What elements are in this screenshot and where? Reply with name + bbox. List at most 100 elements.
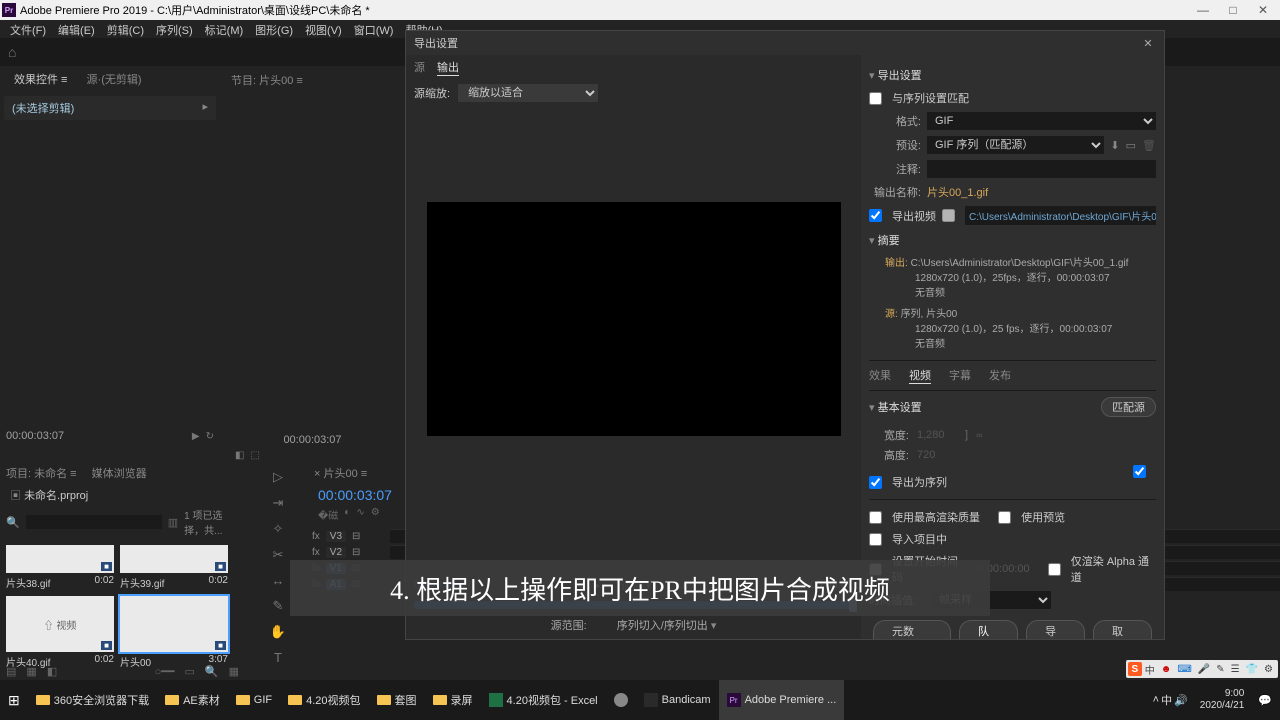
width-value[interactable]: 1,280 — [917, 429, 957, 441]
export-button[interactable]: 导出 — [1026, 620, 1085, 639]
taskbar-folder[interactable]: AE素材 — [157, 680, 228, 720]
range-select[interactable]: 序列切入/序列切出 — [617, 620, 708, 632]
taskbar-folder[interactable]: 360安全浏览器下载 — [28, 680, 157, 720]
effect-icon-2[interactable]: ↻ — [206, 431, 214, 442]
slip-tool[interactable]: ↔ — [272, 573, 285, 588]
taskbar-folder[interactable]: GIF — [228, 680, 280, 720]
dialog-close-button[interactable]: ✕ — [1140, 37, 1156, 50]
height-value[interactable]: 720 — [917, 449, 957, 461]
track-v2[interactable]: V2 — [326, 547, 346, 558]
selection-tool[interactable]: ▷ — [273, 469, 283, 485]
queue-button[interactable]: 队列 — [959, 620, 1018, 639]
tab-video[interactable]: 视频 — [909, 367, 931, 384]
hand-tool[interactable]: ✋ — [270, 624, 286, 640]
tray-up-icon[interactable]: ˄ — [1153, 694, 1159, 706]
taskbar-app-bandicam[interactable]: Bandicam — [636, 680, 719, 720]
import-preset-icon[interactable]: ▭ — [1126, 139, 1136, 152]
import-project-checkbox[interactable] — [869, 533, 882, 546]
mon-icon-1[interactable]: ◧ — [235, 450, 244, 461]
new-item-icon[interactable]: 🔍 — [205, 665, 219, 678]
menu-mark[interactable]: 标记(M) — [199, 20, 250, 38]
zoom-slider[interactable]: ○━━ — [155, 665, 175, 678]
delete-preset-icon[interactable]: 🗑 — [1142, 139, 1156, 152]
comment-input[interactable] — [927, 160, 1156, 178]
tl-marker-icon[interactable]: ◐ — [344, 507, 350, 522]
preset-select[interactable]: GIF 序列（匹配源） — [927, 136, 1104, 154]
pen-tool[interactable]: ✎ — [273, 598, 284, 614]
tab-project[interactable]: 项目: 未命名 ≡ — [6, 468, 77, 480]
tray-ime[interactable]: 中 — [1161, 692, 1172, 708]
view-free-icon[interactable]: ◧ — [47, 665, 57, 678]
tab-output[interactable]: 输出 — [437, 59, 459, 76]
track-select-tool[interactable]: ⇥ — [273, 495, 284, 511]
start-button[interactable]: ⊞ — [0, 680, 28, 720]
effect-icon-1[interactable]: ▶ — [192, 431, 200, 442]
type-tool[interactable]: T — [274, 650, 282, 665]
taskbar-folder[interactable]: 4.20视频包 — [280, 680, 368, 720]
home-icon[interactable]: ⌂ — [8, 44, 16, 60]
dim-lock-checkbox[interactable] — [1133, 465, 1146, 478]
maximize-button[interactable]: □ — [1218, 3, 1248, 17]
menu-edit[interactable]: 编辑(E) — [52, 20, 101, 38]
project-thumb[interactable]: ■ 片头39.gif0:02 — [120, 545, 228, 590]
scale-select[interactable]: 缩放以适合 — [458, 84, 598, 102]
tray-volume-icon[interactable]: 🔊 — [1174, 694, 1188, 707]
match-sequence-checkbox[interactable] — [869, 92, 882, 105]
metadata-button[interactable]: 元数据... — [873, 620, 951, 639]
tab-media-browser[interactable]: 媒体浏览器 — [92, 468, 147, 480]
output-name-link[interactable]: 片头00_1.gif — [927, 184, 988, 200]
taskbar-folder[interactable]: 录屏 — [425, 680, 481, 720]
taskbar-clock[interactable]: 9:00 2020/4/21 — [1194, 688, 1251, 712]
menu-file[interactable]: 文件(F) — [4, 20, 52, 38]
menu-view[interactable]: 视图(V) — [299, 20, 348, 38]
max-quality-checkbox[interactable] — [869, 511, 882, 524]
output-path[interactable]: C:\Users\Administrator\Desktop\GIF\片头00_… — [965, 206, 1156, 225]
view-list-icon[interactable]: ▤ — [6, 665, 16, 678]
match-source-button[interactable]: 匹配源 — [1101, 397, 1156, 417]
menu-clip[interactable]: 剪辑(C) — [101, 20, 150, 38]
taskbar-app-generic[interactable] — [606, 680, 636, 720]
menu-window[interactable]: 窗口(W) — [348, 20, 400, 38]
track-v3[interactable]: V3 — [326, 531, 346, 542]
save-preset-icon[interactable]: ⬇ — [1110, 139, 1119, 152]
use-preview-checkbox[interactable] — [998, 511, 1011, 524]
ripple-tool[interactable]: ✧ — [273, 521, 284, 537]
menu-graphics[interactable]: 图形(G) — [249, 20, 299, 38]
tab-effects[interactable]: 效果 — [869, 367, 891, 384]
ime-toolbar[interactable]: S 中 ☻ ⌨ 🎤 ✎ ☰ 👕 ⚙ — [1126, 660, 1278, 678]
program-label[interactable]: 节目: 片头00 ≡ — [225, 66, 400, 94]
taskbar-app-premiere[interactable]: PrAdobe Premiere ... — [719, 680, 845, 720]
tab-source-noclip[interactable]: 源·(无剪辑) — [79, 68, 150, 90]
project-search-input[interactable] — [26, 515, 162, 529]
taskbar-folder[interactable]: 套图 — [369, 680, 425, 720]
ime-sogou-icon[interactable]: S — [1128, 662, 1142, 676]
format-select[interactable]: GIF — [927, 112, 1156, 130]
tab-publish[interactable]: 发布 — [989, 367, 1011, 384]
tab-captions[interactable]: 字幕 — [949, 367, 971, 384]
link-icon[interactable]: ] — [965, 429, 968, 441]
tab-source[interactable]: 源 — [414, 59, 425, 76]
tl-link-icon[interactable]: ∿ — [356, 507, 364, 522]
view-icon-icon[interactable]: ▦ — [26, 665, 36, 678]
export-audio-checkbox[interactable] — [942, 209, 955, 222]
bin-icon[interactable]: ▥ — [168, 516, 178, 529]
export-video-checkbox[interactable] — [869, 209, 882, 222]
alpha-only-checkbox[interactable] — [1048, 563, 1061, 576]
export-settings-head[interactable]: 导出设置 — [869, 63, 1156, 87]
export-as-sequence-checkbox[interactable] — [869, 476, 882, 489]
timeline-tab[interactable]: × 片头00 ≡ — [314, 468, 367, 480]
menu-sequence[interactable]: 序列(S) — [150, 20, 199, 38]
tl-snap-icon[interactable]: �磁 — [318, 507, 338, 522]
project-thumb-selected[interactable]: ■ 片头003:07 — [120, 596, 228, 669]
tab-effect-controls[interactable]: 效果控件 ≡ — [6, 68, 75, 90]
razor-tool[interactable]: ✂ — [273, 547, 284, 563]
ime-lang[interactable]: 中 — [1142, 662, 1158, 677]
system-tray[interactable]: ˄ 中 🔊 — [1147, 692, 1194, 708]
close-button[interactable]: ✕ — [1248, 3, 1278, 17]
project-thumb[interactable]: ■ 片头38.gif0:02 — [6, 545, 114, 590]
trash-icon[interactable]: ▦ — [229, 665, 239, 678]
project-thumb[interactable]: ⇧ 视频■ 片头40.gif0:02 — [6, 596, 114, 669]
minimize-button[interactable]: — — [1188, 3, 1218, 17]
mon-icon-2[interactable]: ⬚ — [250, 450, 259, 461]
taskbar-notifications[interactable]: 💬 — [1250, 680, 1280, 720]
